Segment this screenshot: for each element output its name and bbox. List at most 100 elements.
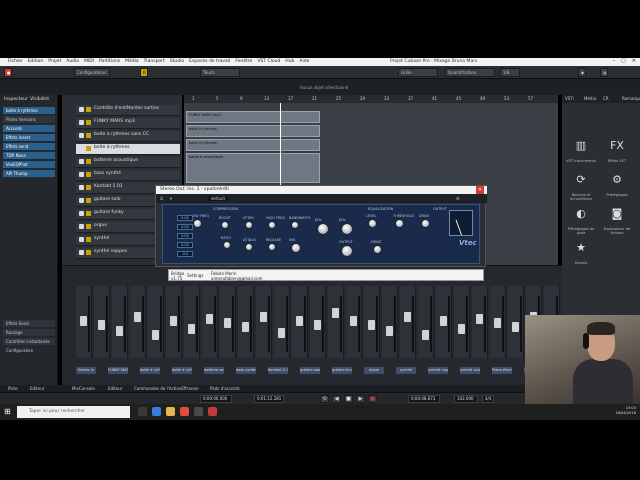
system-clock[interactable]: 15:03 16/04/2018 xyxy=(615,406,636,416)
channel-name[interactable]: batterie acou xyxy=(204,367,224,374)
preset-dropdown[interactable]: default xyxy=(208,196,229,201)
menu-item[interactable]: Transport xyxy=(144,59,165,64)
menu-item[interactable]: Audio xyxy=(66,59,79,64)
plugin-value-display[interactable]: 0.00 xyxy=(177,215,193,221)
menu-item[interactable]: Edition xyxy=(28,59,44,64)
mixer-channel-strip[interactable] xyxy=(166,286,182,358)
mixer-channel-strip[interactable] xyxy=(328,286,344,358)
right-zone-tab[interactable]: Remarque xyxy=(622,96,640,101)
close-icon[interactable]: ✕ xyxy=(476,186,484,194)
rec-mode-icon[interactable]: R xyxy=(140,68,148,77)
channel-name[interactable]: orgue xyxy=(364,367,384,374)
store-icon[interactable] xyxy=(194,407,203,416)
track-record-icon[interactable] xyxy=(79,198,84,203)
channel-name[interactable]: FUNKY MARS mp3 xyxy=(108,367,128,374)
channel-name[interactable]: Kontakt 5 01 xyxy=(268,367,288,374)
menu-item[interactable]: Hub xyxy=(285,59,294,64)
plugin-knob[interactable] xyxy=(221,221,229,229)
track-monitor-icon[interactable] xyxy=(86,120,91,125)
settings-icon[interactable]: ⚙ xyxy=(456,196,460,201)
plugin-knob[interactable] xyxy=(395,219,404,228)
explorer-icon[interactable] xyxy=(166,407,175,416)
menu-item[interactable]: Espaces de travail xyxy=(189,59,230,64)
audio-clip[interactable]: batterie acoustique xyxy=(186,153,320,183)
channel-name[interactable]: synthé voix xyxy=(460,367,480,374)
mixer-channel-strip[interactable] xyxy=(382,286,398,358)
activate-project-icon[interactable]: ● xyxy=(4,68,12,77)
inspector-item-sends[interactable]: Effets Send xyxy=(3,320,55,327)
track-monitor-icon[interactable] xyxy=(86,185,91,190)
track-monitor-icon[interactable] xyxy=(86,107,91,112)
track-row[interactable]: boite à rythmes sans CC xyxy=(76,131,180,142)
plugin-knob[interactable] xyxy=(341,245,353,257)
mixer-channel-strip[interactable] xyxy=(400,286,416,358)
right-zone-tab[interactable]: CR xyxy=(603,96,609,101)
channel-fader[interactable] xyxy=(404,312,411,322)
favorites-icon[interactable]: ★ xyxy=(570,237,592,259)
plugin-value-display[interactable]: -0.0 xyxy=(177,251,193,257)
track-record-icon[interactable] xyxy=(79,107,84,112)
channel-fader[interactable] xyxy=(368,320,375,330)
menu-item[interactable]: Projet xyxy=(48,59,61,64)
lower-zone-tab[interactable]: Piste xyxy=(8,386,18,391)
track-monitor-icon[interactable] xyxy=(86,224,91,229)
plugin-knob[interactable] xyxy=(268,221,276,229)
quantize-value[interactable]: 1/8 xyxy=(500,68,520,77)
channel-fader[interactable] xyxy=(98,320,105,330)
channel-fader[interactable] xyxy=(260,312,267,322)
edge-icon[interactable] xyxy=(152,407,161,416)
color-icon[interactable]: ◆ xyxy=(578,68,586,77)
plugin-value-display[interactable]: 0.00 xyxy=(177,233,193,239)
mixer-channel-strip[interactable] xyxy=(454,286,470,358)
inspector-item[interactable]: API Thump xyxy=(3,170,55,177)
track-monitor-icon[interactable] xyxy=(86,159,91,164)
channel-fader[interactable] xyxy=(170,316,177,326)
channel-name[interactable]: Piano électriq xyxy=(492,367,512,374)
track-record-icon[interactable] xyxy=(79,237,84,242)
track-record-icon[interactable] xyxy=(79,250,84,255)
position-display[interactable]: 0:00:48.873 xyxy=(408,395,440,403)
channel-name[interactable]: boite à rythme xyxy=(172,367,192,374)
mixer-channel-strip[interactable] xyxy=(490,286,506,358)
lower-zone-tab[interactable]: Pads d'accords xyxy=(210,386,240,391)
channel-fader[interactable] xyxy=(188,324,195,334)
inspector-item[interactable]: Effets send xyxy=(3,143,55,150)
channel-name[interactable]: bass synthé xyxy=(236,367,256,374)
mixer-channel-strip[interactable] xyxy=(472,286,488,358)
channel-fader[interactable] xyxy=(332,308,339,318)
lower-zone-tab[interactable]: Editeur xyxy=(30,386,44,391)
track-record-icon[interactable] xyxy=(79,120,84,125)
plugin-knob[interactable] xyxy=(291,243,301,253)
plugin-knob[interactable] xyxy=(223,241,231,249)
channel-name[interactable]: synthé xyxy=(396,367,416,374)
track-monitor-icon[interactable] xyxy=(86,172,91,177)
record-icon[interactable]: ● xyxy=(368,395,377,403)
track-monitor-icon[interactable] xyxy=(86,250,91,255)
play-icon[interactable]: ▶ xyxy=(356,395,365,403)
plugin-knob[interactable] xyxy=(291,221,299,229)
cycle-icon[interactable]: ⟲ xyxy=(320,395,329,403)
channel-fader[interactable] xyxy=(350,316,357,326)
mixer-channel-strip[interactable] xyxy=(292,286,308,358)
close-icon[interactable]: ✕ xyxy=(632,58,636,64)
inspector-item[interactable]: Accords xyxy=(3,125,55,132)
track-record-icon[interactable] xyxy=(79,159,84,164)
inspector-item-routing[interactable]: Routage xyxy=(3,329,55,336)
plugin-value-display[interactable]: 0.00 xyxy=(177,242,193,248)
cubase-icon[interactable] xyxy=(208,407,217,416)
plugin-knob[interactable] xyxy=(373,245,382,254)
track-monitor-icon[interactable] xyxy=(86,133,91,138)
audio-clip[interactable]: boite à rythmes xyxy=(186,125,320,137)
channel-name[interactable]: guitare solo xyxy=(300,367,320,374)
plugin-value-display[interactable]: 0.00 xyxy=(177,224,193,230)
configurations-dropdown[interactable]: Configurations xyxy=(74,68,110,77)
plugin-knob[interactable] xyxy=(421,219,430,228)
right-zone-tab[interactable]: Média xyxy=(584,96,596,101)
plugin-knob[interactable] xyxy=(245,243,253,251)
track-monitor-icon[interactable] xyxy=(86,146,91,151)
bypass-icon[interactable]: ⏵ xyxy=(170,196,172,201)
channel-fader[interactable] xyxy=(440,316,447,326)
plugin-knob[interactable] xyxy=(341,223,353,235)
track-monitor-icon[interactable] xyxy=(86,211,91,216)
channel-fader[interactable] xyxy=(512,322,519,332)
